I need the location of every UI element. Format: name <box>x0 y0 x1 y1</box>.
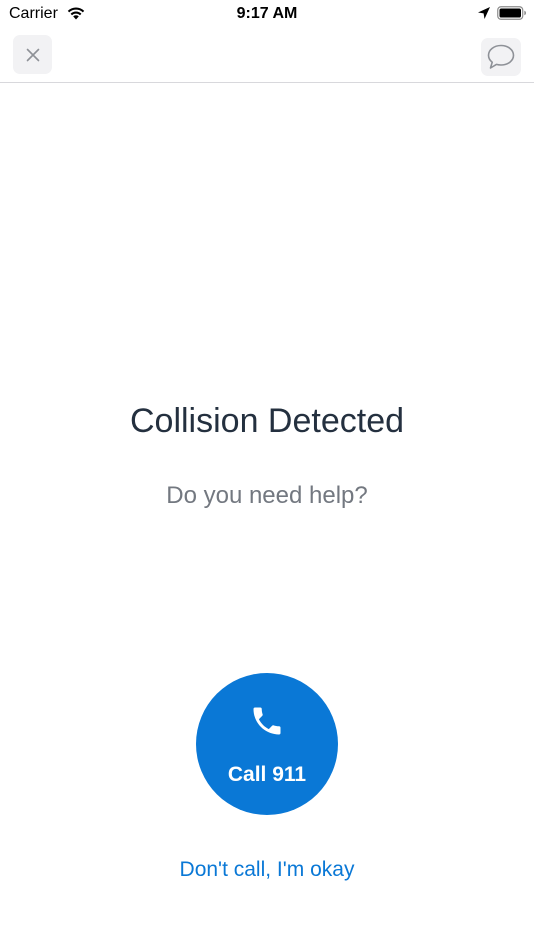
close-button[interactable] <box>13 35 52 74</box>
call-button-label: Call 911 <box>227 763 307 786</box>
dont-call-link[interactable]: Don't call, I'm okay <box>0 858 534 882</box>
battery-icon <box>497 6 526 20</box>
nav-bar <box>0 28 534 83</box>
phone-icon <box>253 707 281 735</box>
status-bar: Carrier 9:17 AM <box>0 0 534 28</box>
close-icon <box>26 48 39 61</box>
chat-button[interactable] <box>481 38 521 76</box>
location-arrow-icon <box>478 7 490 19</box>
page-subtitle: Do you need help? <box>166 482 368 509</box>
status-time: 9:17 AM <box>236 5 298 22</box>
page-title: Collision Detected <box>129 402 405 440</box>
chat-bubble-icon <box>487 44 515 69</box>
call-911-button[interactable]: Call 911 <box>196 673 338 815</box>
collision-screen: Carrier 9:17 AM Collision Detected Do yo… <box>0 0 534 950</box>
